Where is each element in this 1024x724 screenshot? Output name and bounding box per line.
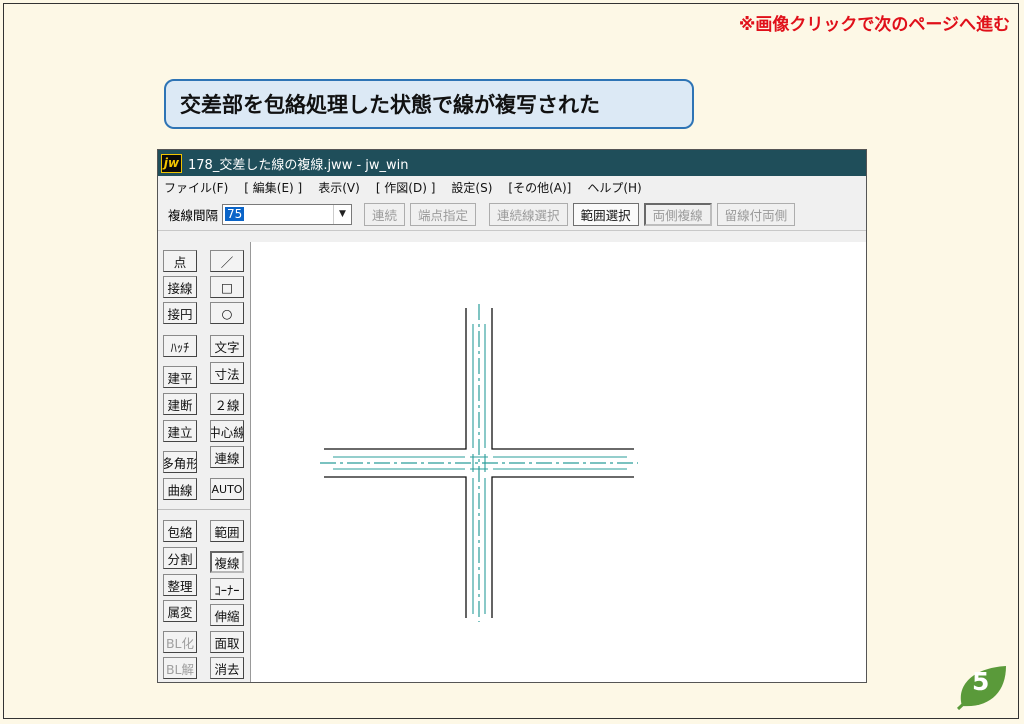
menu-edit[interactable]: [ 編集(E) ] xyxy=(244,179,302,196)
continuous-button[interactable]: 連続 xyxy=(364,202,406,226)
tool-plan[interactable]: 建平 xyxy=(163,366,197,388)
menu-file[interactable]: ファイル(F) xyxy=(164,179,228,196)
wall-line-bottom-right xyxy=(491,476,634,618)
tool-cleanup[interactable]: 整理 xyxy=(163,574,197,596)
window-title: 178_交差した線の複線.jww - jw_win xyxy=(188,157,409,173)
offset-combo[interactable]: 75 ▼ xyxy=(222,203,353,225)
menu-other[interactable]: [その他(A)] xyxy=(508,179,571,196)
drawing-svg xyxy=(320,304,638,622)
tool-chamfer[interactable]: 面取 xyxy=(210,631,244,653)
menu-help[interactable]: ヘルプ(H) xyxy=(587,179,641,196)
tool-dimension[interactable]: 寸法 xyxy=(210,362,244,384)
next-page-note[interactable]: ※画像クリックで次のページへ進む xyxy=(739,10,1010,35)
callout-box: 交差部を包絡処理した状態で線が複写された xyxy=(164,79,694,129)
menu-bar: ファイル(F) [ 編集(E) ] 表示(V) [ 作図(D) ] 設定(S) … xyxy=(158,176,866,198)
tool-point[interactable]: 点 xyxy=(163,250,197,272)
wall-line-top-right xyxy=(491,308,634,450)
tool-range[interactable]: 範囲 xyxy=(210,520,244,542)
menu-settings[interactable]: 設定(S) xyxy=(451,179,492,196)
jw-win-window: jw 178_交差した線の複線.jww - jw_win ファイル(F) [ 編… xyxy=(157,149,867,683)
tool-circle[interactable]: ○ xyxy=(210,302,244,324)
tool-auto[interactable]: AUTO xyxy=(210,478,244,500)
chain-select-button[interactable]: 連続線選択 xyxy=(489,202,568,226)
title-bar[interactable]: jw 178_交差した線の複線.jww - jw_win xyxy=(158,150,866,176)
offset-value[interactable]: 75 xyxy=(225,207,245,221)
jw-app-icon: jw xyxy=(161,153,182,173)
tool-tangent[interactable]: 接線 xyxy=(163,276,197,298)
both-sides-button[interactable]: 両側複線 xyxy=(643,202,712,226)
tool-polygon[interactable]: 多角形 xyxy=(163,451,197,473)
tool-extend[interactable]: 伸縮 xyxy=(210,604,244,626)
property-toolbar: 複線間隔 75 ▼ 連続 端点指定 連続線選択 範囲選択 両側複線 留線付両側 xyxy=(158,198,866,231)
wall-line-bottom-left xyxy=(324,476,467,618)
tool-attr-change[interactable]: 属変 xyxy=(163,600,197,622)
wall-line-top-left xyxy=(324,308,467,450)
tool-section[interactable]: 建断 xyxy=(163,393,197,415)
tool-envelope[interactable]: 包絡 xyxy=(163,520,197,542)
menu-draw[interactable]: [ 作図(D) ] xyxy=(376,179,436,196)
drawing-canvas[interactable] xyxy=(250,242,866,682)
range-select-button[interactable]: 範囲選択 xyxy=(572,202,639,226)
tool-block-explode[interactable]: BL解 xyxy=(163,657,197,679)
tool-tangent-circle[interactable]: 接円 xyxy=(163,302,197,324)
palette-divider xyxy=(158,509,250,510)
tool-hatch[interactable]: ﾊｯﾁ xyxy=(163,335,197,357)
tool-line[interactable]: ／ xyxy=(210,250,244,272)
offset-label: 複線間隔 xyxy=(168,207,219,223)
menu-view[interactable]: 表示(V) xyxy=(318,179,360,196)
tool-divide[interactable]: 分割 xyxy=(163,547,197,569)
tool-center-line[interactable]: 中心線 xyxy=(210,420,244,442)
page-number: 5 xyxy=(972,667,990,696)
tool-curve[interactable]: 曲線 xyxy=(163,478,197,500)
tool-palette: 点 接線 接円 ﾊｯﾁ 建平 建断 建立 多角形 曲線 包絡 分割 整理 属変 … xyxy=(158,242,250,682)
tool-offset-line[interactable]: 複線 xyxy=(210,551,244,573)
tool-text[interactable]: 文字 xyxy=(210,335,244,357)
page-number-badge: 5 xyxy=(954,662,1010,711)
tool-elevation[interactable]: 建立 xyxy=(163,420,197,442)
tool-connect-line[interactable]: 連線 xyxy=(210,446,244,468)
tool-erase[interactable]: 消去 xyxy=(210,657,244,679)
chevron-down-icon[interactable]: ▼ xyxy=(333,204,351,224)
tool-block-create[interactable]: BL化 xyxy=(163,631,197,653)
callout-text: 交差部を包絡処理した状態で線が複写された xyxy=(180,93,600,117)
tool-double-line[interactable]: ２線 xyxy=(210,393,244,415)
endpoint-button[interactable]: 端点指定 xyxy=(410,202,477,226)
tool-corner[interactable]: ｺｰﾅｰ xyxy=(210,578,244,600)
both-sides-cap-button[interactable]: 留線付両側 xyxy=(716,202,796,226)
tool-rectangle[interactable]: □ xyxy=(210,276,244,298)
